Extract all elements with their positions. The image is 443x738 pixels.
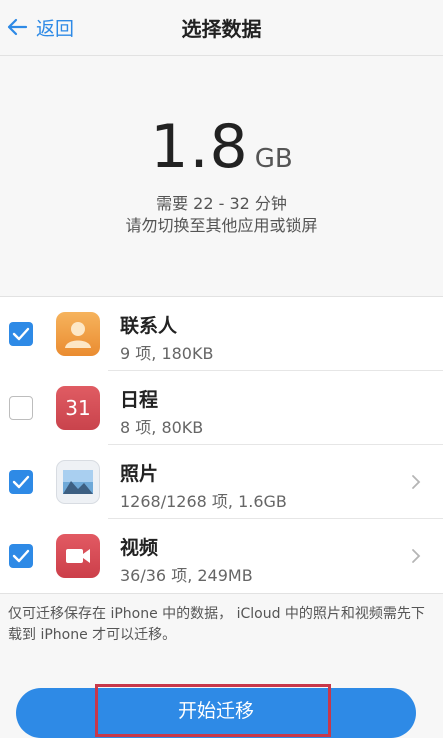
time-estimate: 需要 22 - 32 分钟 [156, 194, 287, 213]
item-detail: 9 项, 180KB [120, 344, 214, 363]
list-item-calendar[interactable]: 31 日程 8 项, 80KB [0, 371, 443, 445]
contacts-icon [56, 312, 100, 356]
checkbox-photos[interactable] [9, 470, 33, 494]
list-item-video[interactable]: 视频 36/36 项, 249MB [0, 519, 443, 593]
footnote: 仅可迁移保存在 iPhone 中的数据， iCloud 中的照片和视频需先下载到… [8, 606, 425, 643]
checkbox-contacts[interactable] [9, 322, 33, 346]
warning-note: 请勿切换至其他应用或锁屏 [125, 216, 318, 235]
list-item-contacts[interactable]: 联系人 9 项, 180KB [0, 297, 443, 371]
item-name: 视频 [120, 537, 159, 559]
nav-bar: 返回 选择数据 [0, 0, 443, 56]
total-size: 1.8 GB [0, 112, 443, 182]
check-icon [12, 475, 30, 489]
video-icon [56, 534, 100, 578]
highlight-box [95, 684, 331, 737]
checkbox-video[interactable] [9, 544, 33, 568]
data-list: 联系人 9 项, 180KB 31 日程 8 项, 80KB 照片 1268/1… [0, 296, 443, 594]
chevron-right-icon[interactable] [411, 548, 421, 564]
photos-icon [56, 460, 100, 504]
size-value: 1.8 [150, 112, 249, 182]
calendar-icon: 31 [56, 386, 100, 430]
item-name: 联系人 [120, 315, 178, 337]
item-detail: 36/36 项, 249MB [120, 566, 253, 585]
calendar-icon-text: 31 [65, 396, 91, 420]
chevron-right-icon[interactable] [411, 474, 421, 490]
check-icon [12, 549, 30, 563]
item-detail: 8 项, 80KB [120, 418, 204, 437]
check-icon [12, 327, 30, 341]
item-name: 日程 [120, 389, 159, 411]
checkbox-calendar[interactable] [9, 396, 33, 420]
item-detail: 1268/1268 项, 1.6GB [120, 492, 287, 511]
item-name: 照片 [120, 463, 159, 485]
size-unit: GB [254, 144, 293, 174]
list-item-photos[interactable]: 照片 1268/1268 项, 1.6GB [0, 445, 443, 519]
page-title: 选择数据 [181, 17, 262, 41]
